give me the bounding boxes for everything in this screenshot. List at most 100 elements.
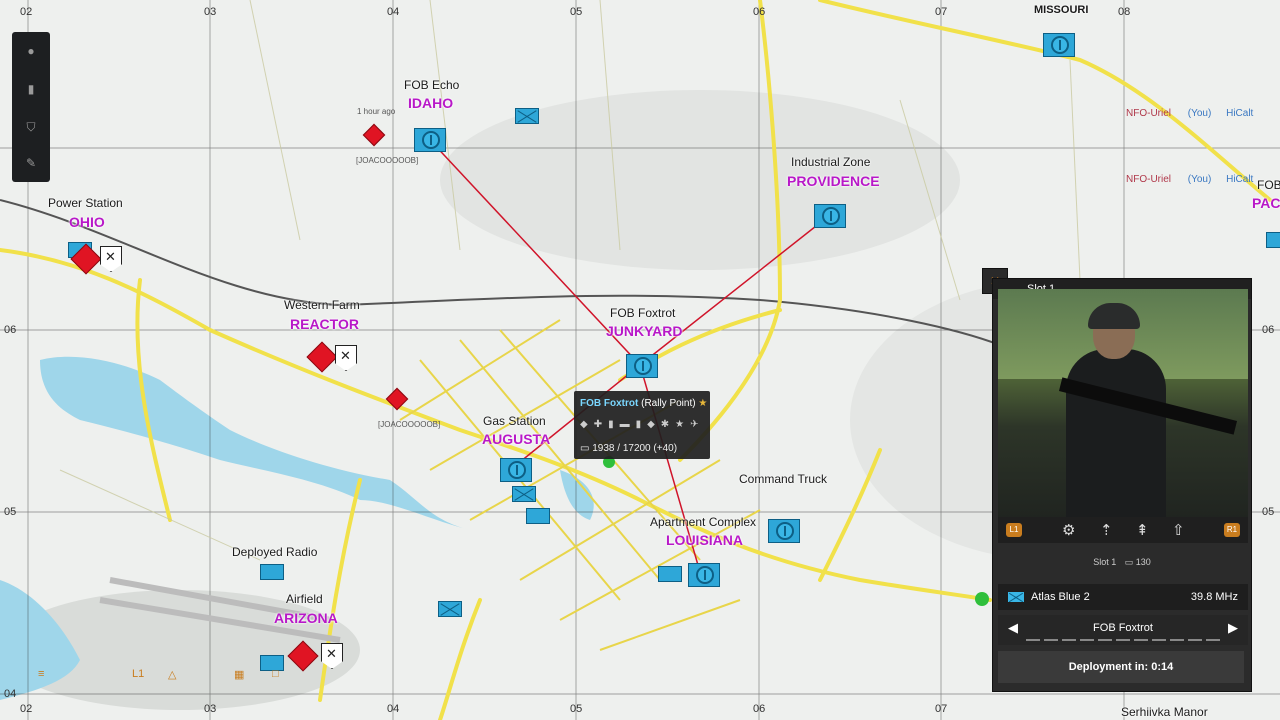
objective-partial[interactable]: PAC	[1252, 195, 1280, 211]
tooltip-title: FOB Foxtrot (Rally Point) ★	[580, 398, 707, 409]
player-1-name: NFO-Uriel	[1126, 108, 1171, 119]
label-deployed-radio: Deployed Radio	[232, 545, 318, 559]
label-fob-foxtrot: FOB Foxtrot	[610, 306, 676, 320]
ammo-icon: ▭	[1124, 557, 1134, 567]
objective-junkyard[interactable]: JUNKYARD	[606, 323, 683, 339]
player-2-tag: HiCalt	[1226, 174, 1254, 185]
deployment-panel: Slot 1 L1 ⚙ ⇡ ⇞ ⇧ R1 Slot 1 ▭ 130 Atlas …	[992, 278, 1252, 692]
hq-icon	[776, 522, 794, 540]
label-fob-partial: FOB	[1257, 178, 1280, 192]
grid-label-bottom-04: 04	[387, 703, 400, 715]
soldier-preview	[998, 289, 1248, 519]
fob-missouri-marker[interactable]	[1043, 33, 1075, 57]
objective-idaho[interactable]: IDAHO	[408, 95, 453, 111]
arrow-up-icon[interactable]: ⇡	[1100, 521, 1113, 539]
label-fob-echo: FOB Echo	[404, 78, 460, 92]
objective-arizona[interactable]: ARIZONA	[274, 610, 338, 626]
grid-label-top-02: 02	[20, 6, 33, 18]
objective-reactor[interactable]: REACTOR	[290, 316, 359, 332]
objective-providence[interactable]: PROVIDENCE	[787, 173, 880, 189]
grid-label-bottom-02: 02	[20, 703, 33, 715]
fob-providence-marker[interactable]	[814, 204, 846, 228]
hq-icon	[696, 566, 714, 584]
hq-icon	[1051, 36, 1069, 54]
supply-count: 1938 / 17200 (+40)	[592, 443, 678, 454]
hq-icon	[634, 357, 652, 375]
fob-echo-marker[interactable]	[414, 128, 446, 152]
fob-louisiana-marker[interactable]	[688, 563, 720, 587]
r1-button[interactable]: R1	[1224, 523, 1240, 537]
friendly-squad-marker[interactable]	[438, 601, 462, 617]
deploy-button[interactable]: Deployment in: 0:14	[998, 651, 1244, 683]
label-serhiivka-manor: Serhiivka Manor	[1121, 705, 1208, 719]
l1-button[interactable]: L1	[1006, 523, 1022, 537]
tooltip-name: FOB Foxtrot	[580, 398, 639, 409]
loadout-action-bar: L1 ⚙ ⇡ ⇞ ⇧ R1	[998, 517, 1248, 543]
soldier-body	[1066, 349, 1166, 519]
pen-icon[interactable]: ✎	[24, 156, 38, 170]
gear-icon[interactable]: ⚙	[1062, 521, 1075, 539]
layers-icon[interactable]: ▮	[24, 82, 38, 96]
hq-icon	[822, 207, 840, 225]
friendly-vehicle-marker[interactable]	[1266, 232, 1280, 248]
square-icon[interactable]: □	[272, 668, 279, 680]
l1-hint-icon[interactable]: L1	[132, 668, 144, 680]
chevron-up-icon[interactable]: ⇧	[1172, 521, 1185, 539]
player-1-you: (You)	[1187, 108, 1212, 119]
grid-label-right-06: 06	[1262, 324, 1275, 336]
grid-label-bottom-05: 05	[570, 703, 583, 715]
grid-label-top-06: 06	[753, 6, 766, 18]
fob-foxtrot-marker[interactable]	[626, 354, 658, 378]
deployed-radio-marker[interactable]	[260, 564, 284, 580]
grid-label-top-08: 08	[1118, 6, 1131, 18]
friendly-squad-marker[interactable]	[512, 486, 536, 502]
radio-frequency: 39.8 MHz	[1190, 591, 1238, 603]
triangle-icon[interactable]: △	[168, 668, 176, 681]
grid-label-bottom-03: 03	[204, 703, 217, 715]
grid-label-top-04: 04	[387, 6, 400, 18]
menu-icon[interactable]: ≡	[38, 668, 44, 680]
grid-icon[interactable]: ▦	[234, 668, 244, 681]
squad-row[interactable]: Atlas Blue 2 39.8 MHz	[998, 584, 1248, 610]
timestamp-label: 1 hour ago	[357, 107, 396, 116]
objective-ohio[interactable]: OHIO	[69, 214, 105, 230]
grid-label-bottom-06: 06	[753, 703, 766, 715]
double-arrow-up-icon[interactable]: ⇞	[1136, 521, 1149, 539]
slot-info-value: 130	[1135, 557, 1151, 567]
slot-info: Slot 1 ▭ 130	[993, 557, 1251, 568]
player-name-2: NFO-Uriel (You) HiCalt	[1126, 174, 1253, 185]
tooltip-supplies: ▭ 1938 / 17200 (+40)	[580, 443, 677, 454]
hq-icon	[422, 131, 440, 149]
marker-code-a: [JOACOOOOOB]	[356, 156, 419, 165]
label-western-farm: Western Farm	[284, 298, 360, 312]
friendly-squad-marker[interactable]	[515, 108, 539, 124]
marker-code-b: [JOACOOOOOB]	[378, 420, 441, 429]
player-2-you: (You)	[1187, 174, 1212, 185]
fob-augusta-marker[interactable]	[500, 458, 532, 482]
objective-augusta[interactable]: AUGUSTA	[482, 431, 550, 447]
label-gas-station: Gas Station	[483, 414, 546, 428]
grid-label-right-05: 05	[1262, 506, 1275, 518]
map-toolbar: ● ▮ ⛉ ✎	[12, 32, 50, 182]
info-icon[interactable]: ●	[24, 44, 38, 58]
squad-icon	[1008, 592, 1024, 602]
shield-icon[interactable]: ⛉	[24, 120, 38, 134]
player-1-tag: HiCalt	[1226, 108, 1254, 119]
player-name-1: NFO-Uriel (You) HiCalt	[1126, 108, 1253, 119]
player-2-name: NFO-Uriel	[1126, 174, 1171, 185]
grid-label-top-03: 03	[204, 6, 217, 18]
grid-label-left-04: 04	[4, 688, 17, 700]
label-power-station: Power Station	[48, 196, 123, 210]
command-truck-marker[interactable]	[768, 519, 800, 543]
slot-info-label: Slot 1	[1093, 557, 1117, 567]
grid-label-left-05: 05	[4, 506, 17, 518]
tooltip-subtitle: (Rally Point)	[641, 398, 696, 409]
label-command-truck: Command Truck	[739, 472, 828, 486]
friendly-vehicle-marker[interactable]	[526, 508, 550, 524]
squad-name: Atlas Blue 2	[1031, 591, 1090, 603]
label-industrial-zone: Industrial Zone	[791, 155, 871, 169]
next-spawn-arrow-icon[interactable]: ▶	[1228, 620, 1238, 636]
friendly-vehicle-marker[interactable]	[658, 566, 682, 582]
spawn-point-selector[interactable]: ◀ FOB Foxtrot ▶	[998, 615, 1248, 645]
objective-louisiana[interactable]: LOUISIANA	[666, 532, 743, 548]
